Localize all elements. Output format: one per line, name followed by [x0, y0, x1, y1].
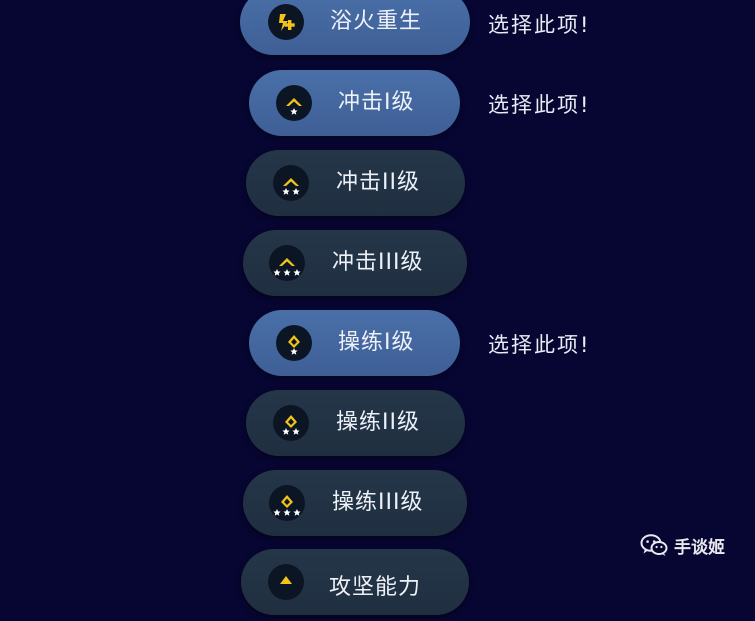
star-icon	[290, 348, 298, 355]
option-drill-level-3[interactable]: 操练III级	[243, 470, 467, 536]
option-label: 操练II级	[336, 410, 420, 435]
option-drill-level-1[interactable]: 操练I级	[249, 310, 460, 376]
star-icon	[283, 269, 291, 276]
choose-this-annotation: 选择此项!	[488, 93, 591, 117]
option-label: 冲击II级	[336, 170, 420, 195]
diamond-rank-icon	[276, 325, 312, 361]
option-label: 冲击III级	[332, 250, 424, 275]
star-icon	[293, 509, 301, 516]
star-icon	[293, 269, 301, 276]
diamond-rank-icon	[269, 485, 305, 521]
watermark: 手谈姬	[640, 532, 725, 558]
choose-this-annotation: 选择此项!	[488, 333, 591, 357]
phoenix-rebirth-icon	[268, 4, 304, 40]
option-label: 攻坚能力	[329, 575, 422, 600]
star-icon	[290, 108, 298, 115]
star-icon	[292, 428, 300, 435]
rank-icon	[268, 564, 304, 600]
star-icon	[292, 188, 300, 195]
star-icon	[282, 428, 290, 435]
option-label: 浴火重生	[330, 9, 423, 34]
option-assault-capability[interactable]: 攻坚能力	[241, 549, 469, 615]
option-phoenix-rebirth[interactable]: 浴火重生	[240, 0, 470, 55]
option-label: 操练I级	[338, 330, 415, 355]
option-impact-level-3[interactable]: 冲击III级	[243, 230, 467, 296]
option-impact-level-2[interactable]: 冲击II级	[246, 150, 465, 216]
watermark-text: 手谈姬	[674, 537, 725, 558]
option-impact-level-1[interactable]: 冲击I级	[249, 70, 460, 136]
star-icon	[273, 269, 281, 276]
choose-this-annotation: 选择此项!	[488, 13, 591, 37]
option-drill-level-2[interactable]: 操练II级	[246, 390, 465, 456]
star-icon	[282, 188, 290, 195]
star-icon	[283, 509, 291, 516]
chevron-rank-icon	[269, 245, 305, 281]
diamond-rank-icon	[273, 405, 309, 441]
option-label: 操练III级	[332, 490, 424, 515]
chevron-rank-icon	[276, 85, 312, 121]
star-icon	[273, 509, 281, 516]
wechat-icon	[640, 534, 668, 556]
option-label: 冲击I级	[338, 90, 415, 115]
chevron-rank-icon	[273, 165, 309, 201]
